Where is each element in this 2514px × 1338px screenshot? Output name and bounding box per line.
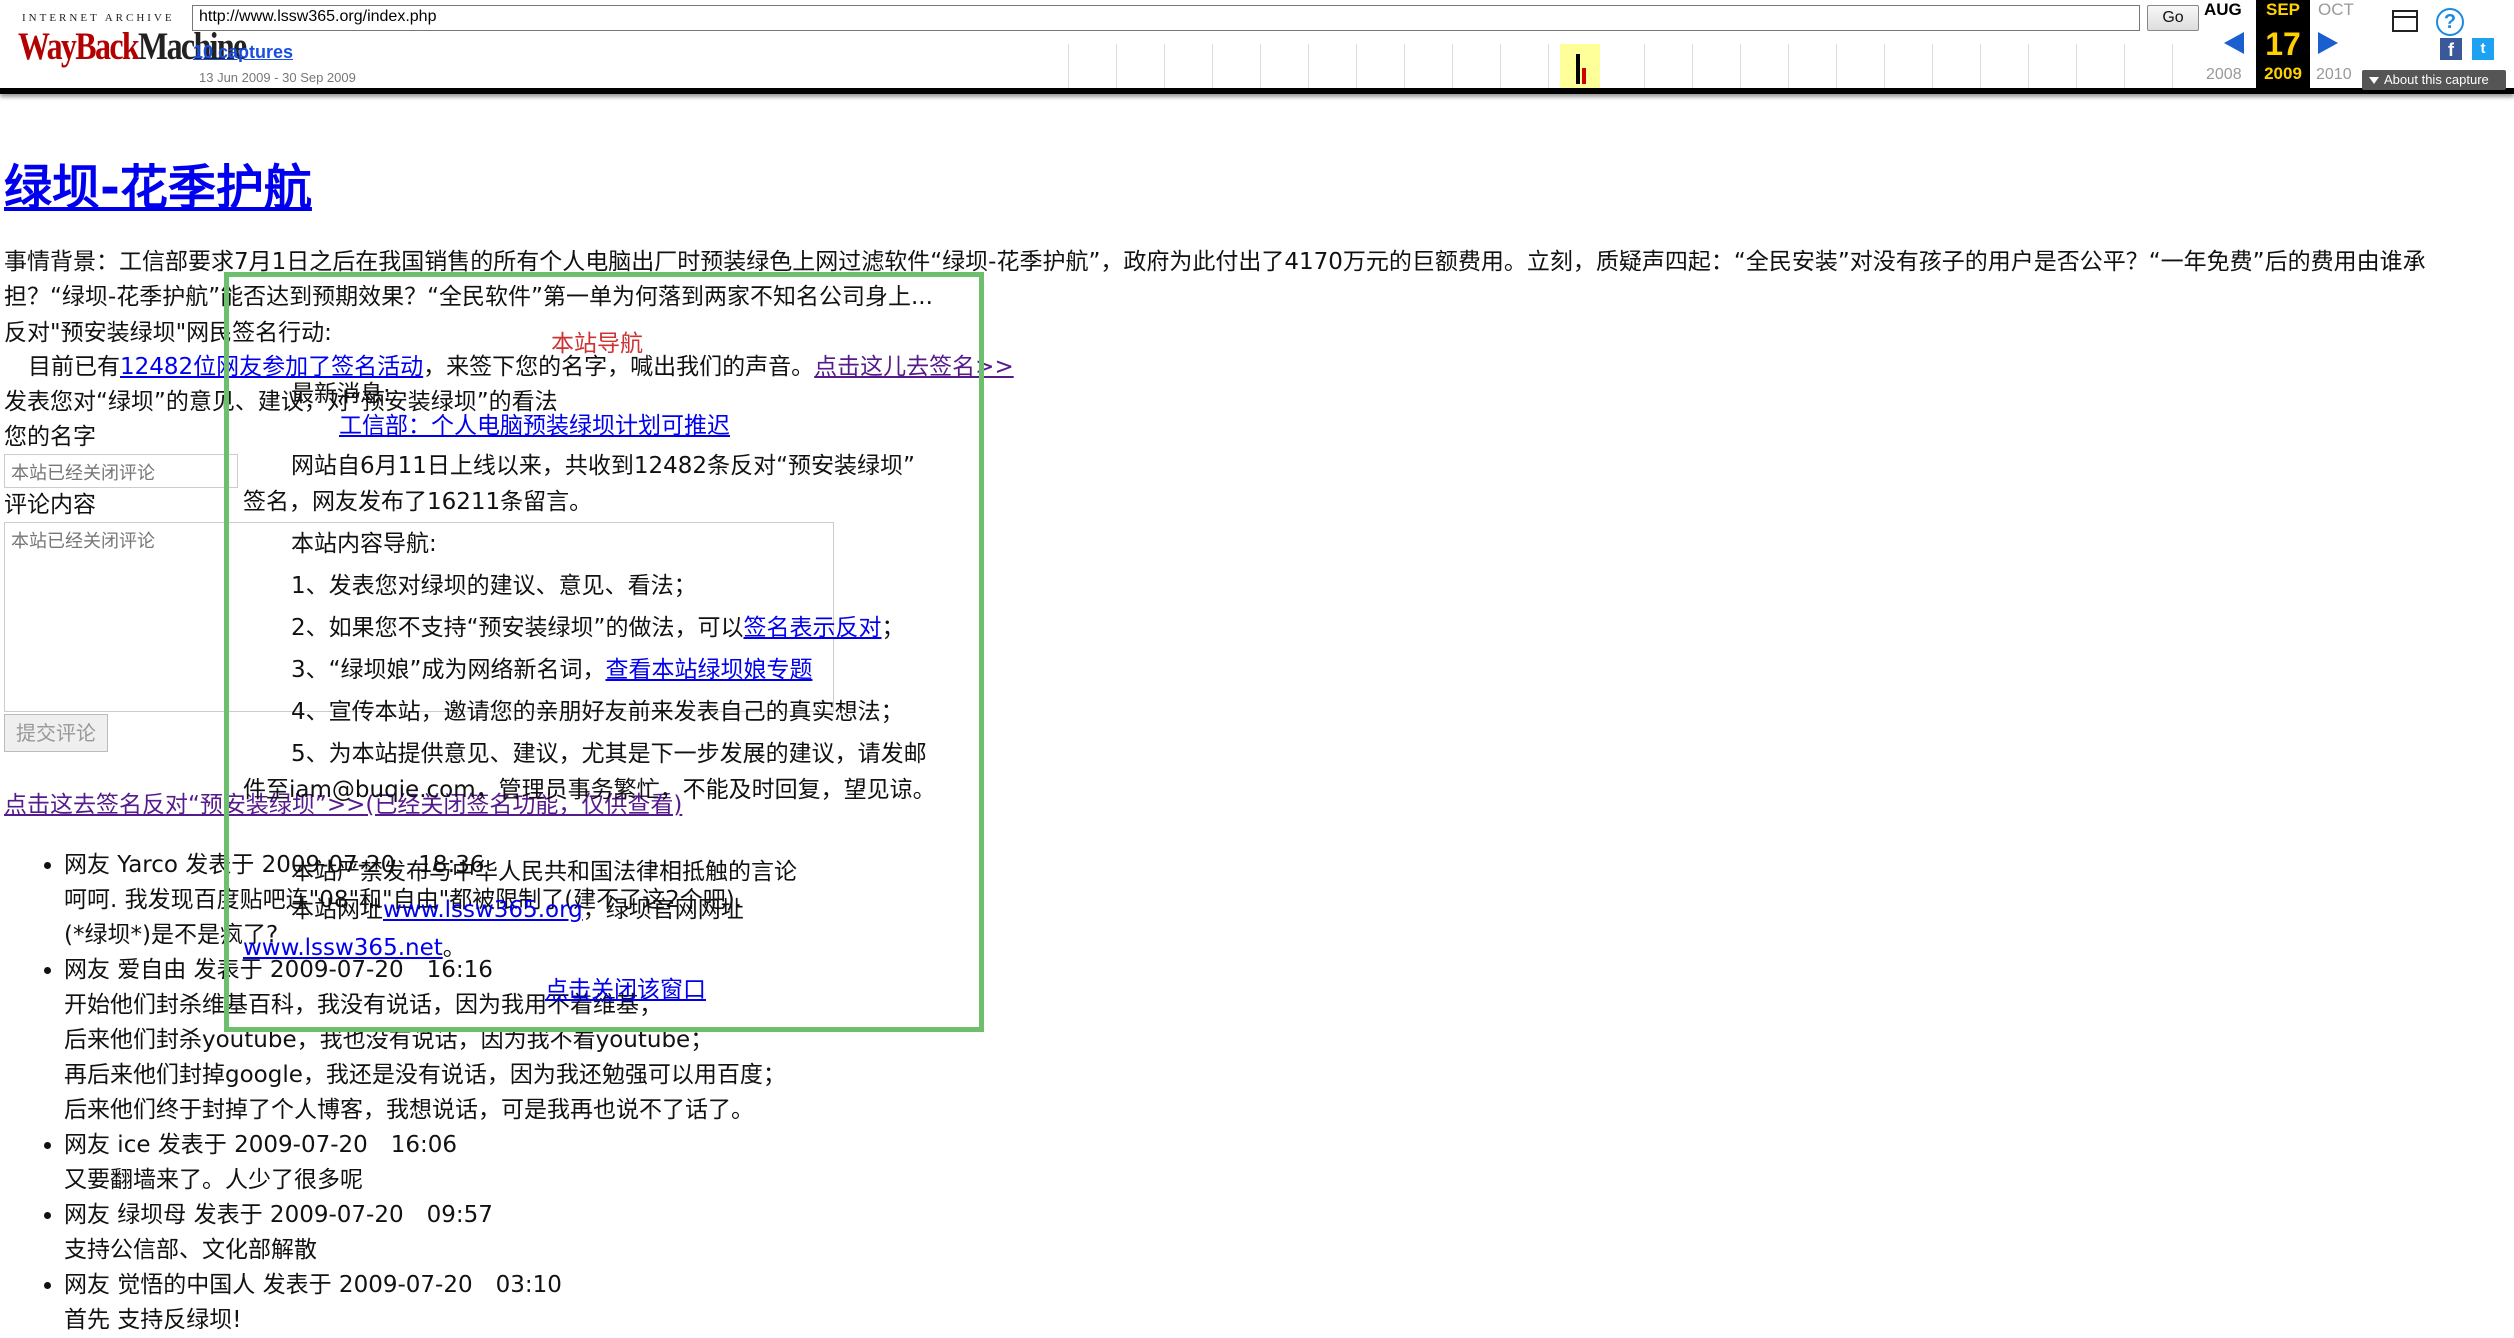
next-month-label: OCT bbox=[2318, 0, 2354, 19]
nav-item-5-line-2: 件至iam@buqie.com，管理员事务繁忙，不能及时回复，望见谅。 bbox=[243, 777, 936, 803]
prev-month-link[interactable]: AUG bbox=[2204, 0, 2242, 20]
overlay-title: 本站导航 bbox=[551, 331, 643, 357]
window-icon[interactable] bbox=[2392, 10, 2418, 32]
wayback-toolbar: INTERNET ARCHIVE WayBackMachine http://w… bbox=[0, 0, 2514, 94]
nav-item-1: 1、发表您对绿坝的建议、意见、看法； bbox=[291, 573, 697, 599]
comment-text: 后来他们终于封掉了个人博客，我想说话，可是我再也说不了话了。 bbox=[64, 1097, 754, 1123]
captures-link[interactable]: 10 captures bbox=[193, 42, 293, 63]
next-capture-arrow-icon[interactable] bbox=[2318, 32, 2338, 54]
next-year-link[interactable]: 2010 bbox=[2316, 66, 2352, 84]
nav-item-5-line-1: 5、为本站提供意见、建议，尤其是下一步发展的建议，请发邮 bbox=[291, 741, 927, 767]
site-url-suffix: 。 bbox=[442, 935, 466, 961]
site-url-prefix: 本站网址 bbox=[291, 897, 383, 923]
comment-header: 网友 ice 发表于 2009-07-20 16:06 bbox=[64, 1132, 458, 1158]
logo-word-1: WayBack bbox=[18, 25, 140, 68]
list-item: 网友 绿坝母 发表于 2009-07-20 09:57 支持公信部、文化部解散 bbox=[64, 1198, 786, 1268]
site-url-line: 本站网址www.lssw365.org，绿坝官网网址 bbox=[291, 893, 744, 927]
logo-top-text: INTERNET ARCHIVE bbox=[22, 12, 175, 24]
name-label: 您的名字 bbox=[4, 424, 96, 450]
nav-item-2: 2、如果您不支持“预安装绿坝”的做法，可以签名表示反对； bbox=[291, 611, 904, 645]
prev-year-link[interactable]: 2008 bbox=[2206, 66, 2242, 84]
help-icon[interactable]: ? bbox=[2436, 8, 2464, 36]
submit-comment-button[interactable]: 提交评论 bbox=[4, 714, 108, 752]
capture-sparkline[interactable] bbox=[1068, 44, 2208, 88]
site-url-link-org[interactable]: www.lssw365.org bbox=[383, 897, 583, 923]
sparkline-current-highlight bbox=[1560, 44, 1600, 88]
current-year: 2009 bbox=[2264, 64, 2302, 83]
list-item: 网友 ice 发表于 2009-07-20 16:06 又要翻墙来了。人少了很多… bbox=[64, 1128, 786, 1198]
prev-capture-arrow-icon[interactable] bbox=[2224, 32, 2244, 54]
nav-item-3-prefix: 3、“绿坝娘”成为网络新名词， bbox=[291, 657, 606, 683]
page-title-link[interactable]: 绿坝-花季护航 bbox=[4, 148, 312, 218]
site-url-link-net[interactable]: www.lssw365.net bbox=[243, 935, 443, 961]
comment-header: 网友 绿坝母 发表于 2009-07-20 09:57 bbox=[64, 1202, 493, 1228]
comment-text: 再后来他们封掉google，我还是没有说话，因为我还勉强可以用百度； bbox=[64, 1062, 786, 1088]
latest-news-link[interactable]: 工信部：个人电脑预装绿坝计划可推迟 bbox=[339, 409, 730, 443]
stats-line-2: 签名，网友发布了16211条留言。 bbox=[243, 489, 593, 515]
twitter-icon[interactable]: t bbox=[2472, 38, 2494, 60]
latest-news-label: 最新消息: bbox=[291, 381, 391, 407]
nav-item-3: 3、“绿坝娘”成为网络新名词，查看本站绿坝娘专题 bbox=[291, 653, 812, 687]
nav-item-2-prefix: 2、如果您不支持“预安装绿坝”的做法，可以 bbox=[291, 615, 744, 641]
close-overlay-link[interactable]: 点击关闭该窗口 bbox=[545, 973, 706, 1007]
signed-prefix: 目前已有 bbox=[28, 354, 120, 380]
list-item: 网友 觉悟的中国人 发表于 2009-07-20 03:10 首先 支持反绿坝! bbox=[64, 1268, 786, 1338]
capture-date-range: 13 Jun 2009 - 30 Sep 2009 bbox=[199, 70, 356, 85]
url-input[interactable]: http://www.lssw365.org/index.php bbox=[192, 5, 2140, 31]
nav-item-2-suffix: ； bbox=[881, 615, 905, 641]
current-month: SEP bbox=[2265, 0, 2301, 19]
go-button[interactable]: Go bbox=[2147, 5, 2199, 31]
sparkline-bar bbox=[1576, 54, 1580, 84]
sparkline-bar bbox=[1582, 68, 1586, 84]
current-capture-date: SEP 17 2009 bbox=[2256, 0, 2310, 90]
nav-item-4: 4、宣传本站，邀请您的亲朋好友前来发表自己的真实想法； bbox=[291, 699, 904, 725]
facebook-icon[interactable]: f bbox=[2440, 38, 2462, 60]
comment-text: 支持公信部、文化部解散 bbox=[64, 1237, 317, 1263]
name-input[interactable]: 本站已经关闭评论 bbox=[4, 454, 238, 488]
about-capture-button[interactable]: About this capture bbox=[2362, 70, 2506, 90]
comment-header: 网友 觉悟的中国人 发表于 2009-07-20 03:10 bbox=[64, 1272, 562, 1298]
site-url-mid: ，绿坝官网网址 bbox=[582, 897, 744, 923]
stats-line-1: 网站自6月11日上线以来，共收到12482条反对“预安装绿坝” bbox=[291, 453, 915, 479]
comment-label: 评论内容 bbox=[4, 492, 96, 518]
sign-oppose-link[interactable]: 签名表示反对 bbox=[743, 615, 881, 641]
lvbaniang-topic-link[interactable]: 查看本站绿坝娘专题 bbox=[605, 657, 812, 683]
site-url-line-2: www.lssw365.net。 bbox=[243, 931, 466, 965]
current-day: 17 bbox=[2265, 26, 2301, 62]
legal-notice: 本站严禁发布与中华人民共和国法律相抵触的言论 bbox=[291, 859, 797, 885]
comment-text: 首先 支持反绿坝! bbox=[64, 1307, 242, 1333]
site-nav-overlay: 本站导航 最新消息: 工信部：个人电脑预装绿坝计划可推迟 网站自6月11日上线以… bbox=[224, 272, 984, 1032]
comment-text: 又要翻墙来了。人少了很多呢 bbox=[64, 1167, 363, 1193]
content-nav-label: 本站内容导航: bbox=[291, 531, 437, 557]
